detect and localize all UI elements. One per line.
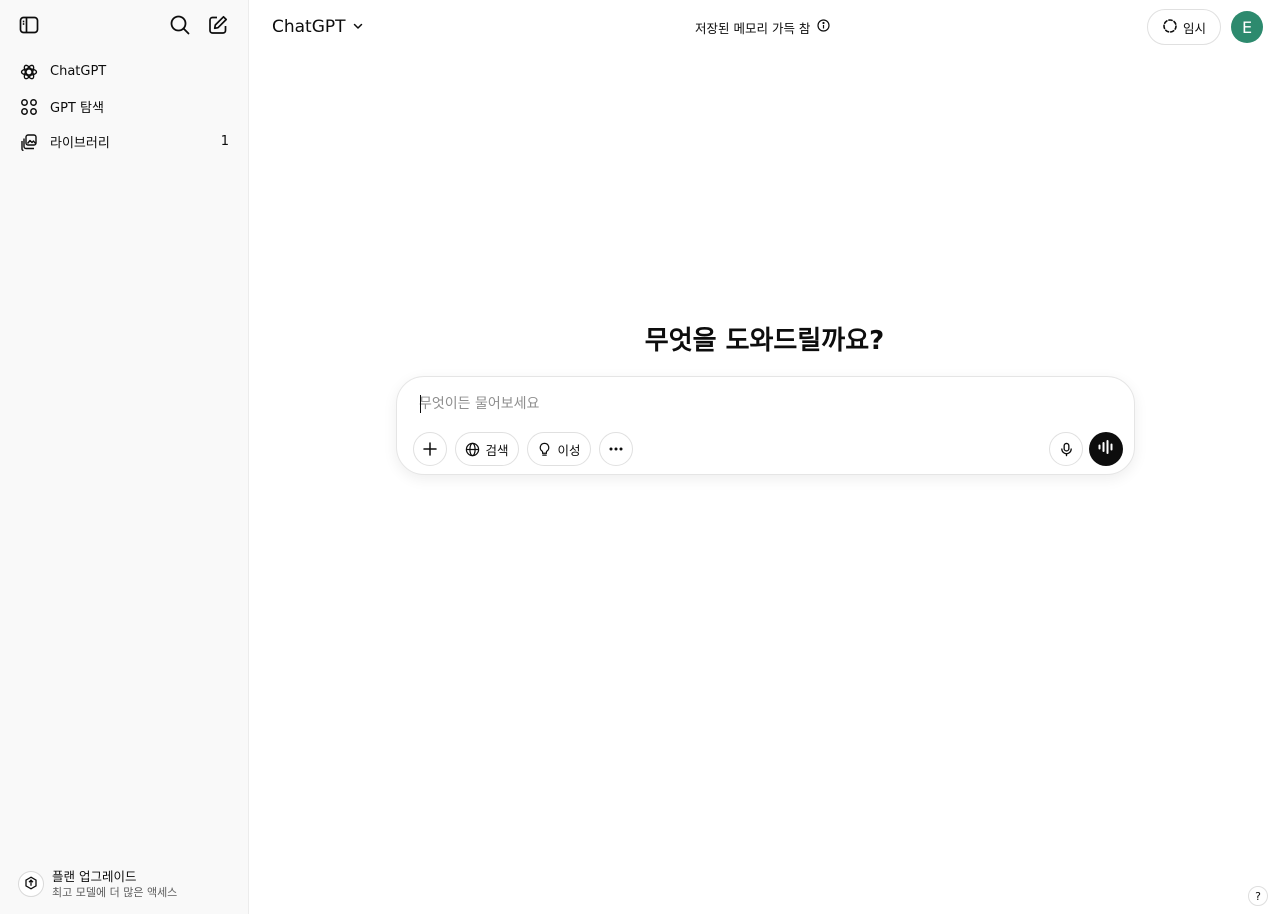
search-icon (169, 14, 191, 40)
sidebar-item-chatgpt[interactable]: ChatGPT (8, 54, 241, 89)
model-name: ChatGPT (272, 17, 346, 37)
ellipsis-icon (608, 441, 624, 457)
microphone-icon (1059, 442, 1074, 457)
sound-wave-icon (1097, 438, 1115, 460)
info-icon (810, 19, 830, 35)
sidebar-nav: ChatGPT GPT 탐색 라이브러리 1 (8, 54, 241, 159)
attach-button[interactable] (413, 432, 447, 466)
reason-tool-button[interactable]: 이성 (527, 432, 591, 466)
chevron-down-icon (346, 17, 364, 37)
voice-mode-button[interactable] (1089, 432, 1123, 466)
reason-tool-label: 이성 (557, 440, 580, 459)
upgrade-subtitle: 최고 모델에 더 많은 액세스 (52, 885, 177, 900)
sidebar: ChatGPT GPT 탐색 라이브러리 1 플랜 업그레이드 최고 모델에 더… (0, 0, 249, 914)
header: ChatGPT 저장된 메모리 가득 참 임시 E (249, 0, 1280, 54)
upgrade-hexagon-icon (24, 875, 38, 894)
toggle-sidebar-button[interactable] (13, 11, 45, 43)
upgrade-badge (18, 871, 44, 897)
sidebar-item-explore-gpts[interactable]: GPT 탐색 (8, 89, 241, 124)
sidebar-top-bar (0, 0, 249, 54)
search-chats-button[interactable] (164, 11, 196, 43)
memory-full-notice[interactable]: 저장된 메모리 가득 참 (695, 17, 830, 37)
temporary-label: 임시 (1183, 18, 1206, 37)
upgrade-title: 플랜 업그레이드 (52, 869, 177, 885)
sidebar-item-label: 라이브러리 (50, 132, 110, 151)
sidebar-item-library[interactable]: 라이브러리 1 (8, 124, 241, 159)
globe-icon (465, 442, 480, 457)
prompt-input[interactable] (419, 392, 1109, 416)
dashed-circle-icon (1162, 18, 1183, 37)
search-tool-label: 검색 (485, 440, 508, 459)
grid-dots-icon (20, 98, 38, 116)
library-count: 1 (221, 134, 229, 149)
text-caret (420, 395, 421, 413)
sidebar-toggle-icon (18, 14, 40, 40)
search-tool-button[interactable]: 검색 (455, 432, 519, 466)
lightbulb-icon (537, 442, 552, 457)
openai-logo-icon (20, 63, 38, 81)
sidebar-item-label: ChatGPT (50, 64, 106, 79)
edit-pencil-icon (207, 14, 229, 40)
library-images-icon (20, 133, 38, 151)
page-title: 무엇을 도와드릴까요? (249, 320, 1280, 357)
plus-icon (422, 441, 438, 457)
temporary-chat-button[interactable]: 임시 (1147, 9, 1221, 45)
help-button[interactable]: ? (1248, 886, 1268, 906)
sidebar-item-label: GPT 탐색 (50, 97, 104, 116)
composer: 검색 이성 (396, 376, 1135, 475)
memory-status-text: 저장된 메모리 가득 참 (695, 18, 810, 37)
model-selector[interactable]: ChatGPT (265, 11, 371, 43)
more-tools-button[interactable] (599, 432, 633, 466)
upgrade-plan-button[interactable]: 플랜 업그레이드 최고 모델에 더 많은 액세스 (10, 862, 240, 906)
dictate-button[interactable] (1049, 432, 1083, 466)
new-chat-button[interactable] (202, 11, 234, 43)
avatar[interactable]: E (1231, 11, 1263, 43)
